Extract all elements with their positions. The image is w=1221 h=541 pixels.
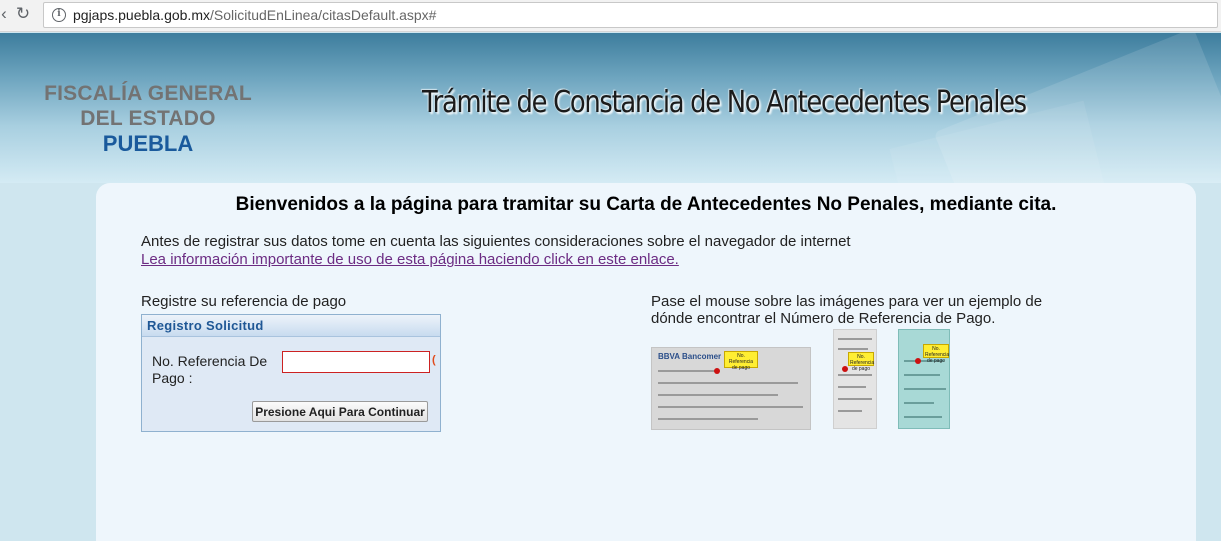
- browser-toolbar: ‹ ↻ i pgjaps.puebla.gob.mx/SolicitudEnLi…: [0, 0, 1221, 32]
- receipt-line: [904, 416, 942, 418]
- reload-icon[interactable]: ↻: [13, 4, 33, 24]
- receipt-line: [658, 382, 798, 384]
- reference-callout: No. Referencia de pago: [724, 351, 758, 371]
- continue-button[interactable]: Presione Aqui Para Continuar: [252, 401, 428, 422]
- logo-line3: PUEBLA: [102, 131, 194, 156]
- intro-text: Antes de registrar sus datos tome en cue…: [141, 233, 851, 250]
- url-path: /SolicitudEnLinea/citasDefault.aspx#: [210, 7, 437, 23]
- address-bar[interactable]: i pgjaps.puebla.gob.mx/SolicitudEnLinea/…: [43, 2, 1218, 28]
- bbva-receipt-image[interactable]: BBVA Bancomer No. Referencia de pago: [651, 347, 811, 430]
- receipt-line: [838, 386, 866, 388]
- fiscalia-logo: FISCALÍA GENERAL DEL ESTADO PUEBLA: [40, 81, 256, 156]
- receipt-line: [658, 406, 803, 408]
- payment-reference-label: Registre su referencia de pago: [141, 293, 347, 310]
- receipt-line: [904, 388, 946, 390]
- receipt-line: [658, 418, 758, 420]
- url-host: pgjaps.puebla.gob.mx: [73, 7, 210, 23]
- receipt-line: [658, 394, 778, 396]
- bbva-logo: BBVA Bancomer: [658, 352, 722, 361]
- receipt-line: [838, 398, 872, 400]
- page-header: FISCALÍA GENERAL DEL ESTADO PUEBLA Trámi…: [0, 33, 1221, 183]
- panel-title: Registro Solicitud: [142, 315, 440, 337]
- reference-field-label: No. Referencia De Pago :: [152, 353, 268, 386]
- receipt-line: [904, 402, 934, 404]
- info-icon[interactable]: i: [52, 8, 66, 22]
- validation-mark: (: [432, 354, 436, 366]
- reference-marker: [842, 366, 848, 372]
- reference-marker: [915, 358, 921, 364]
- logo-line2: DEL ESTADO: [80, 107, 216, 130]
- welcome-heading: Bienvenidos a la página para tramitar su…: [235, 194, 1057, 215]
- back-arrow-icon[interactable]: ‹: [0, 4, 14, 24]
- receipt-line: [838, 374, 872, 376]
- logo-line1: FISCALÍA GENERAL: [44, 82, 252, 105]
- reference-callout: No. Referencia de pago: [848, 352, 875, 372]
- main-content: Bienvenidos a la página para tramitar su…: [96, 183, 1196, 541]
- receipt-line: [838, 338, 872, 340]
- example-instructions: Pase el mouse sobre las imágenes para ve…: [651, 293, 1043, 327]
- reference-marker: [714, 368, 720, 374]
- receipt-line: [838, 348, 868, 350]
- deposit-slip-image[interactable]: No. Referencia de pago: [898, 329, 950, 429]
- url-text[interactable]: pgjaps.puebla.gob.mx/SolicitudEnLinea/ci…: [73, 7, 436, 23]
- reference-callout: No. Referencia de pago: [923, 344, 950, 364]
- intro-section: Antes de registrar sus datos tome en cue…: [141, 233, 851, 269]
- receipt-line: [904, 374, 940, 376]
- registration-panel: Registro Solicitud No. Referencia De Pag…: [141, 314, 441, 432]
- banner-title: Trámite de Constancia de No Antecedentes…: [422, 85, 1027, 120]
- receipt-line: [838, 410, 862, 412]
- important-info-link[interactable]: Lea información importante de uso de est…: [141, 251, 851, 269]
- receipt-line: [658, 370, 718, 372]
- receipt-example-image[interactable]: No. Referencia de pago: [833, 329, 877, 429]
- reference-number-input[interactable]: [282, 351, 430, 373]
